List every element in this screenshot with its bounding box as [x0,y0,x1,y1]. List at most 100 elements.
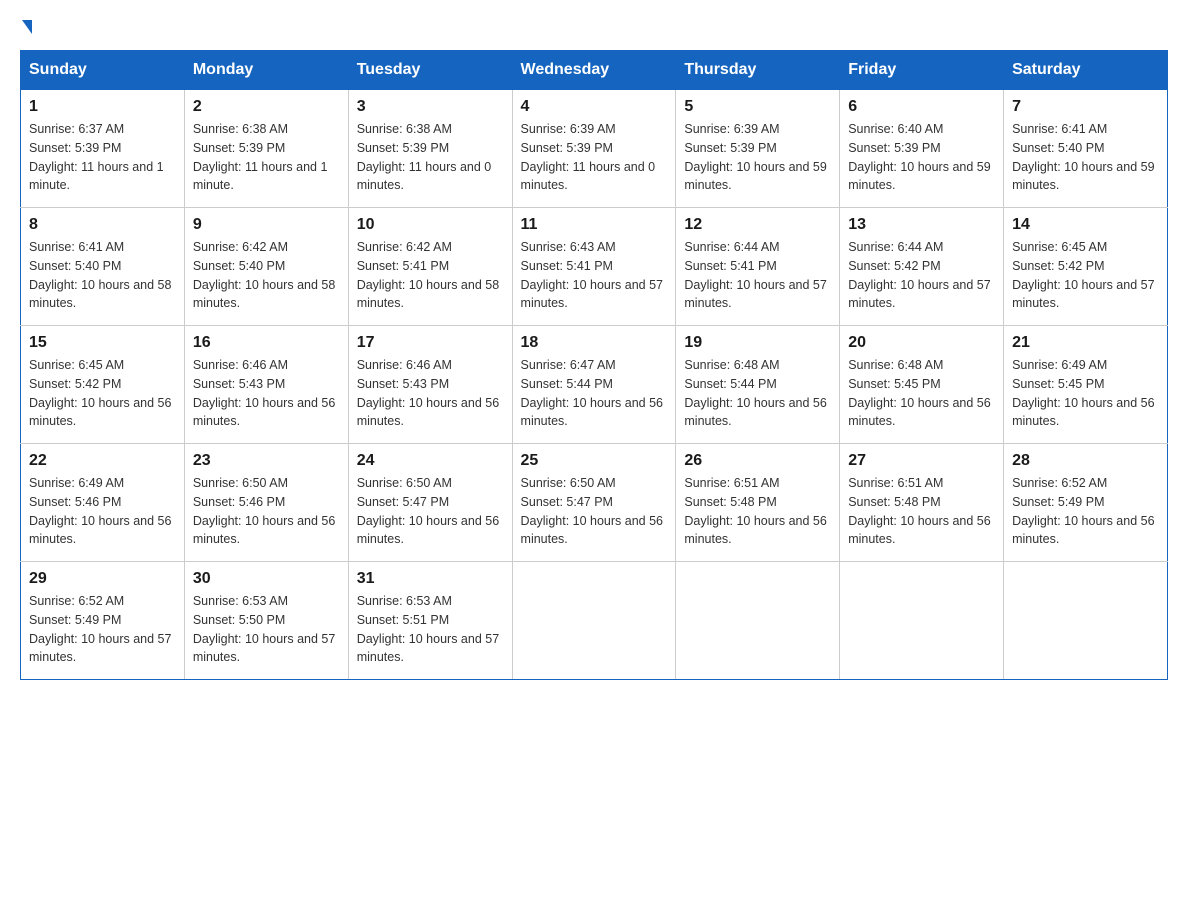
column-header-sunday: Sunday [21,51,185,90]
calendar-cell: 30 Sunrise: 6:53 AMSunset: 5:50 PMDayligh… [184,562,348,680]
calendar-cell [840,562,1004,680]
day-number: 15 [29,334,176,352]
day-info: Sunrise: 6:38 AMSunset: 5:39 PMDaylight:… [193,122,328,192]
calendar-cell: 22 Sunrise: 6:49 AMSunset: 5:46 PMDayligh… [21,444,185,562]
column-header-thursday: Thursday [676,51,840,90]
day-number: 16 [193,334,340,352]
day-number: 1 [29,98,176,116]
calendar-header-row: SundayMondayTuesdayWednesdayThursdayFrid… [21,51,1168,90]
day-number: 19 [684,334,831,352]
day-info: Sunrise: 6:42 AMSunset: 5:40 PMDaylight:… [193,240,335,310]
calendar-cell: 21 Sunrise: 6:49 AMSunset: 5:45 PMDayligh… [1004,326,1168,444]
day-number: 18 [521,334,668,352]
day-number: 17 [357,334,504,352]
calendar-cell: 7 Sunrise: 6:41 AMSunset: 5:40 PMDaylight… [1004,90,1168,208]
calendar-cell: 3 Sunrise: 6:38 AMSunset: 5:39 PMDaylight… [348,90,512,208]
day-info: Sunrise: 6:39 AMSunset: 5:39 PMDaylight:… [521,122,656,192]
column-header-wednesday: Wednesday [512,51,676,90]
calendar-cell: 17 Sunrise: 6:46 AMSunset: 5:43 PMDayligh… [348,326,512,444]
day-number: 10 [357,216,504,234]
day-info: Sunrise: 6:43 AMSunset: 5:41 PMDaylight:… [521,240,663,310]
calendar-cell: 29Sunrise: 6:52 AMSunset: 5:49 PMDayligh… [21,562,185,680]
calendar-cell: 28 Sunrise: 6:52 AMSunset: 5:49 PMDayligh… [1004,444,1168,562]
calendar-cell: 26 Sunrise: 6:51 AMSunset: 5:48 PMDayligh… [676,444,840,562]
calendar-cell: 27 Sunrise: 6:51 AMSunset: 5:48 PMDayligh… [840,444,1004,562]
day-number: 7 [1012,98,1159,116]
calendar-cell [1004,562,1168,680]
calendar-cell: 15Sunrise: 6:45 AMSunset: 5:42 PMDayligh… [21,326,185,444]
page-header [20,20,1168,34]
day-info: Sunrise: 6:48 AMSunset: 5:44 PMDaylight:… [684,358,826,428]
calendar-cell: 23 Sunrise: 6:50 AMSunset: 5:46 PMDayligh… [184,444,348,562]
day-number: 27 [848,452,995,470]
day-info: Sunrise: 6:41 AMSunset: 5:40 PMDaylight:… [1012,122,1154,192]
day-info: Sunrise: 6:46 AMSunset: 5:43 PMDaylight:… [357,358,499,428]
calendar-cell: 13 Sunrise: 6:44 AMSunset: 5:42 PMDayligh… [840,208,1004,326]
calendar-cell: 18 Sunrise: 6:47 AMSunset: 5:44 PMDayligh… [512,326,676,444]
day-number: 3 [357,98,504,116]
day-number: 30 [193,570,340,588]
day-info: Sunrise: 6:44 AMSunset: 5:42 PMDaylight:… [848,240,990,310]
day-number: 13 [848,216,995,234]
day-info: Sunrise: 6:40 AMSunset: 5:39 PMDaylight:… [848,122,990,192]
calendar-cell: 11 Sunrise: 6:43 AMSunset: 5:41 PMDayligh… [512,208,676,326]
day-number: 6 [848,98,995,116]
day-number: 12 [684,216,831,234]
calendar-cell: 14 Sunrise: 6:45 AMSunset: 5:42 PMDayligh… [1004,208,1168,326]
day-info: Sunrise: 6:52 AMSunset: 5:49 PMDaylight:… [1012,476,1154,546]
calendar-week-row: 22 Sunrise: 6:49 AMSunset: 5:46 PMDayligh… [21,444,1168,562]
day-number: 26 [684,452,831,470]
day-info: Sunrise: 6:51 AMSunset: 5:48 PMDaylight:… [684,476,826,546]
calendar-week-row: 1 Sunrise: 6:37 AMSunset: 5:39 PMDaylight… [21,90,1168,208]
day-number: 5 [684,98,831,116]
day-info: Sunrise: 6:46 AMSunset: 5:43 PMDaylight:… [193,358,335,428]
calendar-cell: 20Sunrise: 6:48 AMSunset: 5:45 PMDayligh… [840,326,1004,444]
day-number: 31 [357,570,504,588]
calendar-cell: 25 Sunrise: 6:50 AMSunset: 5:47 PMDayligh… [512,444,676,562]
calendar-cell: 12 Sunrise: 6:44 AMSunset: 5:41 PMDayligh… [676,208,840,326]
day-info: Sunrise: 6:37 AMSunset: 5:39 PMDaylight:… [29,122,164,192]
day-number: 4 [521,98,668,116]
day-number: 21 [1012,334,1159,352]
calendar-cell [676,562,840,680]
day-number: 28 [1012,452,1159,470]
day-number: 11 [521,216,668,234]
calendar-week-row: 8 Sunrise: 6:41 AMSunset: 5:40 PMDaylight… [21,208,1168,326]
day-info: Sunrise: 6:48 AMSunset: 5:45 PMDaylight:… [848,358,990,428]
day-info: Sunrise: 6:38 AMSunset: 5:39 PMDaylight:… [357,122,492,192]
calendar-table: SundayMondayTuesdayWednesdayThursdayFrid… [20,50,1168,680]
calendar-cell: 1 Sunrise: 6:37 AMSunset: 5:39 PMDaylight… [21,90,185,208]
day-info: Sunrise: 6:41 AMSunset: 5:40 PMDaylight:… [29,240,171,310]
day-info: Sunrise: 6:39 AMSunset: 5:39 PMDaylight:… [684,122,826,192]
day-number: 22 [29,452,176,470]
calendar-cell: 8 Sunrise: 6:41 AMSunset: 5:40 PMDaylight… [21,208,185,326]
day-info: Sunrise: 6:50 AMSunset: 5:47 PMDaylight:… [521,476,663,546]
calendar-cell: 5 Sunrise: 6:39 AMSunset: 5:39 PMDaylight… [676,90,840,208]
calendar-cell [512,562,676,680]
calendar-week-row: 29Sunrise: 6:52 AMSunset: 5:49 PMDayligh… [21,562,1168,680]
day-info: Sunrise: 6:49 AMSunset: 5:45 PMDaylight:… [1012,358,1154,428]
day-number: 14 [1012,216,1159,234]
calendar-cell: 4 Sunrise: 6:39 AMSunset: 5:39 PMDaylight… [512,90,676,208]
day-info: Sunrise: 6:50 AMSunset: 5:47 PMDaylight:… [357,476,499,546]
day-number: 23 [193,452,340,470]
calendar-cell: 6 Sunrise: 6:40 AMSunset: 5:39 PMDaylight… [840,90,1004,208]
day-info: Sunrise: 6:50 AMSunset: 5:46 PMDaylight:… [193,476,335,546]
day-number: 8 [29,216,176,234]
day-info: Sunrise: 6:53 AMSunset: 5:51 PMDaylight:… [357,594,499,664]
day-number: 9 [193,216,340,234]
day-number: 24 [357,452,504,470]
logo-triangle-icon [22,20,32,34]
day-info: Sunrise: 6:51 AMSunset: 5:48 PMDaylight:… [848,476,990,546]
day-info: Sunrise: 6:49 AMSunset: 5:46 PMDaylight:… [29,476,171,546]
column-header-tuesday: Tuesday [348,51,512,90]
calendar-week-row: 15Sunrise: 6:45 AMSunset: 5:42 PMDayligh… [21,326,1168,444]
day-info: Sunrise: 6:45 AMSunset: 5:42 PMDaylight:… [1012,240,1154,310]
day-info: Sunrise: 6:52 AMSunset: 5:49 PMDaylight:… [29,594,171,664]
day-number: 25 [521,452,668,470]
calendar-cell: 16 Sunrise: 6:46 AMSunset: 5:43 PMDayligh… [184,326,348,444]
day-info: Sunrise: 6:44 AMSunset: 5:41 PMDaylight:… [684,240,826,310]
day-number: 2 [193,98,340,116]
day-info: Sunrise: 6:47 AMSunset: 5:44 PMDaylight:… [521,358,663,428]
day-info: Sunrise: 6:53 AMSunset: 5:50 PMDaylight:… [193,594,335,664]
